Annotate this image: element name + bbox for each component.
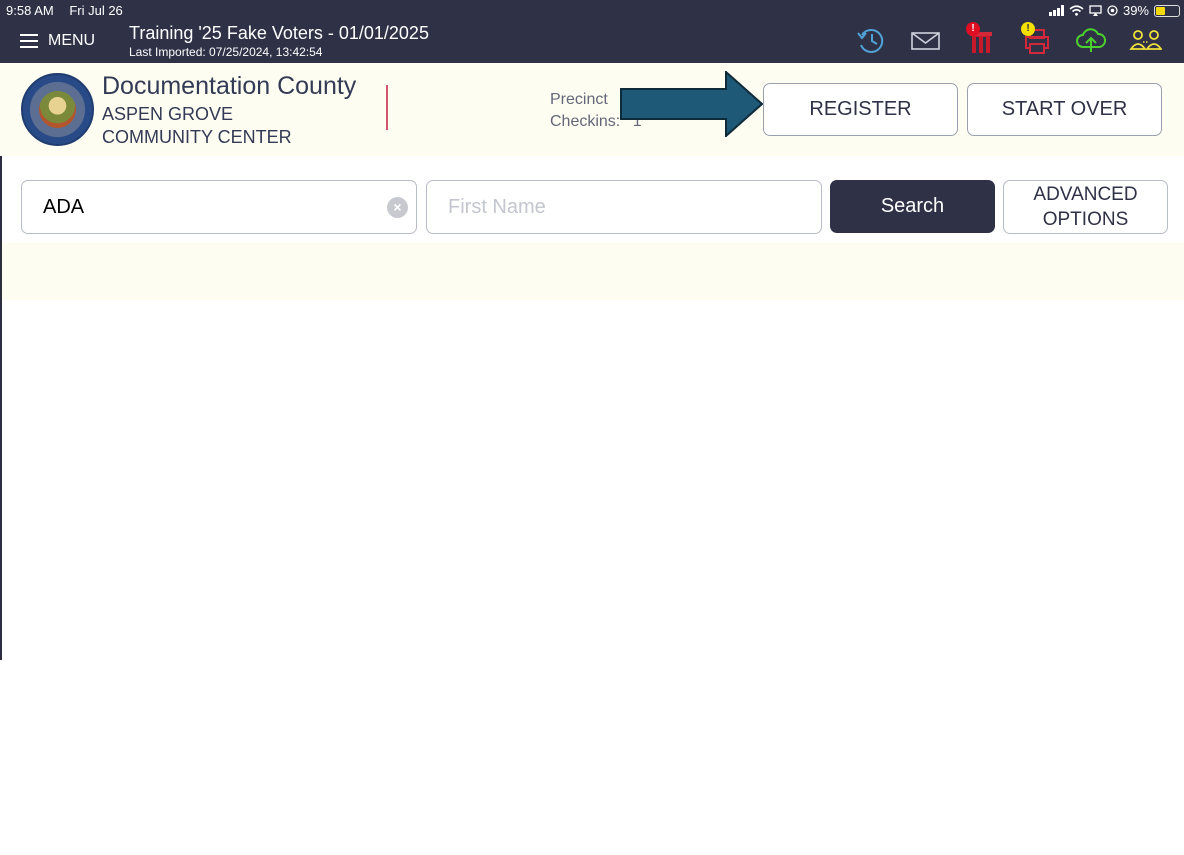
menu-button[interactable]: MENU <box>20 32 95 50</box>
election-title: Training '25 Fake Voters - 01/01/2025 <box>129 23 429 43</box>
start-over-button[interactable]: START OVER <box>967 83 1162 136</box>
wifi-icon <box>1069 5 1084 16</box>
annotation-arrow-icon <box>620 71 764 137</box>
site-name-line2: COMMUNITY CENTER <box>102 127 292 147</box>
screen-mirror-icon <box>1089 5 1102 16</box>
battery-icon <box>1154 4 1180 17</box>
cellular-signal-icon <box>1048 5 1064 16</box>
last-imported: Last Imported: 07/25/2024, 13:42:54 <box>129 45 323 59</box>
app-screen: 9:58 AM Fri Jul 26 39% MENU Training '25… <box>0 0 1184 855</box>
ballot-alert-icon[interactable]: ! <box>964 22 997 55</box>
register-button[interactable]: REGISTER <box>763 83 958 136</box>
alert-badge-yellow: ! <box>1021 22 1035 36</box>
status-date: Fri Jul 26 <box>69 3 123 18</box>
battery-percent: 39% <box>1122 3 1149 18</box>
advanced-options-line1: ADVANCED <box>1033 184 1138 205</box>
first-name-field[interactable] <box>426 180 822 234</box>
alert-badge-red: ! <box>966 22 980 36</box>
location-header: Documentation County ASPEN GROVE COMMUNI… <box>0 63 1184 156</box>
menu-label: MENU <box>48 32 96 49</box>
mail-icon[interactable] <box>909 25 942 55</box>
results-area <box>2 243 1184 300</box>
status-bar-right: 39% <box>1048 3 1180 18</box>
county-name: Documentation County <box>102 72 357 100</box>
status-time: 9:58 AM <box>6 3 54 18</box>
search-button[interactable]: Search <box>830 180 995 233</box>
top-bar: 9:58 AM Fri Jul 26 39% MENU Training '25… <box>0 0 1184 63</box>
header-divider <box>386 85 388 130</box>
last-name-input[interactable] <box>22 181 416 233</box>
history-icon[interactable] <box>854 25 887 55</box>
advanced-options-button[interactable]: ADVANCED OPTIONS <box>1003 180 1168 234</box>
status-bar-left: 9:58 AM Fri Jul 26 <box>6 3 135 18</box>
last-name-field[interactable]: × <box>21 180 417 234</box>
clear-icon[interactable]: × <box>387 197 408 218</box>
cloud-upload-icon[interactable] <box>1074 25 1107 55</box>
toolbar-icons: ! ! <box>854 22 1162 55</box>
hamburger-icon <box>20 34 38 48</box>
advanced-options-line2: OPTIONS <box>1042 209 1129 230</box>
site-name-line1: ASPEN GROVE <box>102 104 234 124</box>
printer-alert-icon[interactable]: ! <box>1019 22 1052 55</box>
location-icon <box>1107 5 1118 16</box>
first-name-input[interactable] <box>427 181 821 233</box>
county-seal-logo <box>21 73 94 146</box>
checkins-label: Checkins: <box>550 113 621 130</box>
users-icon[interactable] <box>1129 25 1162 55</box>
